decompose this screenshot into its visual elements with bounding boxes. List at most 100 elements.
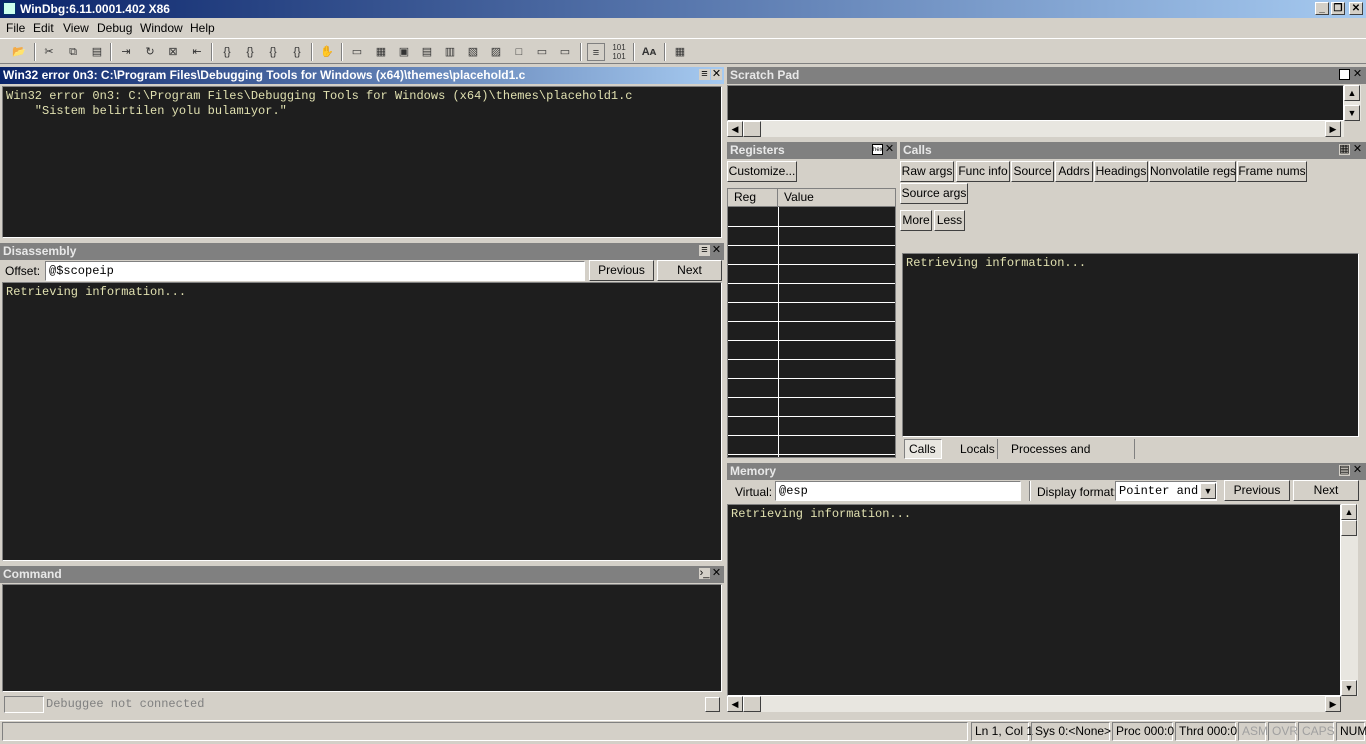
pane-close-icon[interactable]: ✕ <box>711 69 722 80</box>
reg-column-header[interactable]: Reg <box>728 189 778 207</box>
pane-close-icon[interactable]: ✕ <box>711 568 722 579</box>
pane-menu-icon[interactable]: hex <box>872 144 883 155</box>
close-button[interactable]: ✕ <box>1349 2 1363 15</box>
command-prompt-icon[interactable]: ›_ <box>699 568 710 579</box>
value-column-header[interactable]: Value <box>778 189 895 207</box>
frame-nums-button[interactable]: Frame nums <box>1237 161 1307 182</box>
step-out-icon[interactable]: {} <box>264 43 282 61</box>
font-icon[interactable]: Aᴀ <box>640 43 658 61</box>
scratch-pad-text[interactable] <box>727 85 1344 121</box>
splitter-handle-icon[interactable] <box>705 697 720 712</box>
source-args-button[interactable]: Source args <box>900 183 968 204</box>
paste-icon[interactable]: ▤ <box>88 43 106 61</box>
disassembly-text[interactable]: Retrieving information... <box>2 282 722 561</box>
cut-icon[interactable]: ✂ <box>40 43 58 61</box>
source-text[interactable]: Win32 error 0n3: C:\Program Files\Debugg… <box>2 86 722 238</box>
scroll-thumb[interactable] <box>743 121 761 137</box>
restore-button[interactable]: ❐ <box>1331 2 1345 15</box>
more-button[interactable]: More <box>900 210 932 231</box>
detach-icon[interactable]: ⇤ <box>188 43 206 61</box>
offset-label: Offset: <box>5 264 41 278</box>
open-folder-icon[interactable]: 📂 <box>10 43 28 61</box>
stop-debugging-icon[interactable]: ⊠ <box>164 43 182 61</box>
break-hand-icon[interactable]: ✋ <box>318 43 336 61</box>
scroll-right-arrow-icon[interactable]: ▶ <box>1325 121 1341 137</box>
scratch-vscroll[interactable]: ▲ ▼ <box>1344 85 1361 121</box>
menu-help[interactable]: Help <box>190 21 215 35</box>
command-input[interactable]: Debuggee not connected <box>44 696 704 713</box>
call-stack-window-icon[interactable]: ▧ <box>464 43 482 61</box>
pane-close-icon[interactable]: ✕ <box>711 245 722 256</box>
scroll-down-arrow-icon[interactable]: ▼ <box>1341 680 1357 696</box>
run-to-cursor-icon[interactable]: {} <box>288 43 306 61</box>
scroll-thumb[interactable] <box>1341 520 1357 536</box>
scroll-up-arrow-icon[interactable]: ▲ <box>1341 504 1357 520</box>
command-window-icon[interactable]: ▭ <box>348 43 366 61</box>
pane-close-icon[interactable]: ✕ <box>884 144 895 155</box>
scroll-right-arrow-icon[interactable]: ▶ <box>1325 696 1341 712</box>
source-mode-toggle-icon[interactable]: ≡ <box>587 43 605 61</box>
menu-window[interactable]: Window <box>140 21 183 35</box>
copy-icon[interactable]: ⧉ <box>64 43 82 61</box>
scroll-left-arrow-icon[interactable]: ◀ <box>727 696 743 712</box>
scratch-pad-window-icon[interactable]: □ <box>510 43 528 61</box>
registers-window-icon[interactable]: ▤ <box>418 43 436 61</box>
memory-vscroll[interactable]: ▲ ▼ <box>1341 504 1358 696</box>
source-mode-icon[interactable]: ▭ <box>556 43 574 61</box>
locals-window-icon[interactable]: ▣ <box>395 43 413 61</box>
pane-menu-icon[interactable]: ≡ <box>699 69 710 80</box>
step-over-icon[interactable]: {} <box>241 43 259 61</box>
pane-menu-icon[interactable]: ▦ <box>1339 144 1350 155</box>
processes-threads-icon[interactable]: ▭ <box>533 43 551 61</box>
offset-input[interactable]: @$scopeip <box>45 261 585 281</box>
dropdown-arrow-icon[interactable]: ▼ <box>1200 483 1216 499</box>
minimize-button[interactable]: _ <box>1315 2 1329 15</box>
step-into-icon[interactable]: {} <box>218 43 236 61</box>
memory-text[interactable]: Retrieving information... <box>727 504 1341 696</box>
hex-display-icon[interactable]: 101 101 <box>610 43 628 61</box>
pane-menu-icon[interactable]: ≡ <box>699 245 710 256</box>
source-button[interactable]: Source <box>1011 161 1054 182</box>
menu-view[interactable]: View <box>63 21 89 35</box>
virtual-address-input[interactable]: @esp <box>775 481 1021 501</box>
watch-window-icon[interactable]: ▦ <box>372 43 390 61</box>
windbg-app-icon[interactable] <box>3 2 16 15</box>
disassembly-next-button[interactable]: Next <box>657 260 722 281</box>
calls-text[interactable]: Retrieving information... <box>902 253 1359 437</box>
pane-menu-icon[interactable] <box>1339 69 1350 80</box>
command-output[interactable] <box>2 584 722 692</box>
scroll-down-arrow-icon[interactable]: ▼ <box>1344 105 1360 121</box>
raw-args-button[interactable]: Raw args <box>900 161 954 182</box>
memory-hscroll[interactable]: ◀ ▶ <box>727 696 1341 712</box>
scroll-up-arrow-icon[interactable]: ▲ <box>1344 85 1360 101</box>
func-info-button[interactable]: Func info <box>956 161 1010 182</box>
pane-close-icon[interactable]: ✕ <box>1352 465 1363 476</box>
memory-next-button[interactable]: Next <box>1293 480 1359 501</box>
registers-grid[interactable]: Reg Value <box>727 188 896 458</box>
less-button[interactable]: Less <box>934 210 965 231</box>
go-icon[interactable]: ⇥ <box>117 43 135 61</box>
menu-file[interactable]: File <box>6 21 25 35</box>
tab-processes-threads[interactable]: Processes and Threads <box>999 439 1135 476</box>
restart-icon[interactable]: ↻ <box>141 43 159 61</box>
pane-close-icon[interactable]: ✕ <box>1352 69 1363 80</box>
disassembly-window-icon[interactable]: ▨ <box>487 43 505 61</box>
pane-close-icon[interactable]: ✕ <box>1352 144 1363 155</box>
memory-window-icon[interactable]: ▥ <box>441 43 459 61</box>
scratch-hscroll[interactable]: ◀ ▶ <box>727 121 1344 137</box>
options-icon[interactable]: ▦ <box>671 43 689 61</box>
nonvolatile-regs-button[interactable]: Nonvolatile regs <box>1149 161 1236 182</box>
addrs-button[interactable]: Addrs <box>1055 161 1093 182</box>
scroll-thumb[interactable] <box>743 696 761 712</box>
scroll-left-arrow-icon[interactable]: ◀ <box>727 121 743 137</box>
toolbar-separator <box>580 43 582 61</box>
disassembly-previous-button[interactable]: Previous <box>589 260 654 281</box>
customize-button[interactable]: Customize... <box>727 161 797 182</box>
headings-button[interactable]: Headings <box>1094 161 1148 182</box>
pane-menu-icon[interactable]: ▤ <box>1339 465 1350 476</box>
menu-edit[interactable]: Edit <box>33 21 54 35</box>
memory-previous-button[interactable]: Previous <box>1224 480 1290 501</box>
tab-calls[interactable]: Calls <box>904 439 942 459</box>
tab-locals[interactable]: Locals <box>952 439 998 459</box>
menu-debug[interactable]: Debug <box>97 21 132 35</box>
